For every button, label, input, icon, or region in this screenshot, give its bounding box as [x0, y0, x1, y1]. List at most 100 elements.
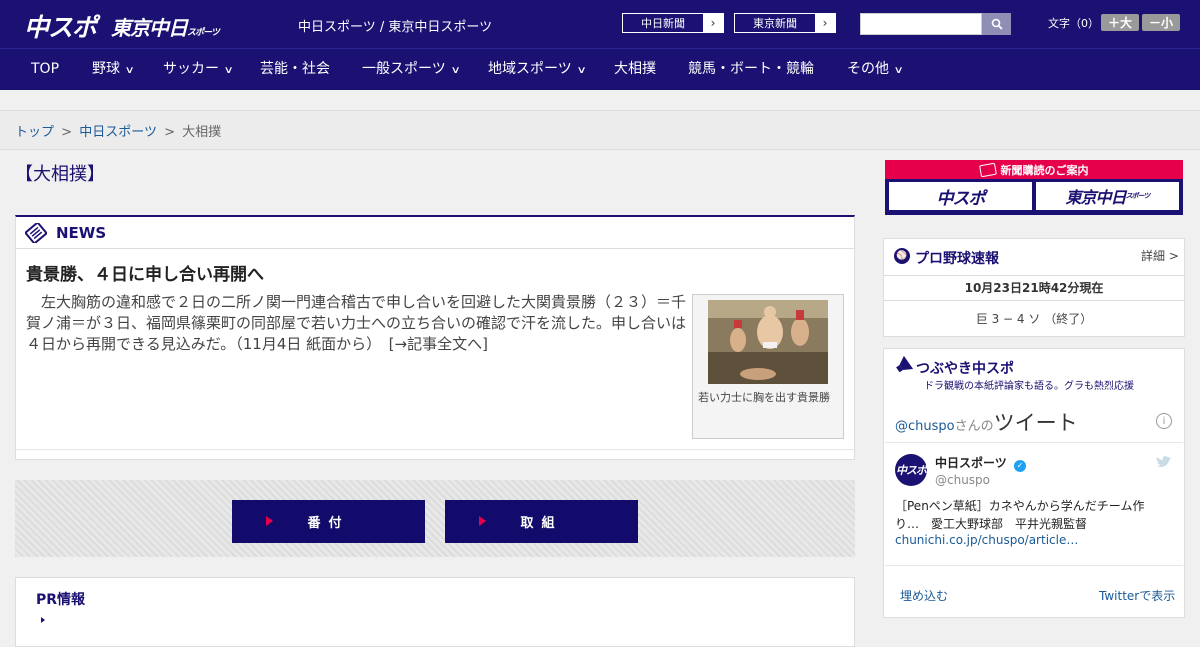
tokyo-chunichi-logo-small: スポーツ: [187, 28, 220, 38]
banzuke-button[interactable]: 番付: [232, 500, 425, 543]
breadcrumb-trail: トップ > 中日スポーツ > 大相撲: [15, 121, 221, 140]
chevron-down-icon: ∨: [450, 65, 461, 76]
tweets-panel: つぶやき中スポ ドラ観戦の本紙評論家も語る。グラも熱烈応援 @chuspoさんの…: [883, 348, 1185, 618]
tokyo-shimbun-label: 東京新聞: [753, 17, 797, 30]
sumo-button-band: 番付 取組: [15, 480, 855, 557]
embed-divider: [885, 442, 1183, 443]
news-photo-caption: 若い力士に胸を出す貴景勝: [698, 391, 830, 404]
triangle-right-icon: [479, 516, 486, 526]
nav-label: サッカー: [163, 61, 219, 77]
chevron-down-icon: ∨: [893, 65, 904, 76]
nav-item-soccer[interactable]: サッカー ∨: [163, 49, 234, 90]
nav-label: 一般スポーツ: [362, 61, 446, 77]
torikumi-label: 取組: [520, 516, 563, 531]
chevron-down-icon: ∨: [223, 65, 234, 76]
tweets-handle-suffix: さんの: [954, 419, 994, 434]
site-titles: 中日スポーツ / 東京中日スポーツ: [298, 20, 493, 35]
news-body: 左大胸筋の違和感で２日の二所ノ関一門連合稽古で申し合いを回避した大関貴景勝（２３…: [26, 293, 687, 353]
nav-item-racing[interactable]: 競馬・ボート・競輪: [688, 49, 814, 90]
nav-label: 競馬・ボート・競輪: [688, 61, 814, 77]
info-icon[interactable]: i: [1156, 413, 1172, 429]
tweets-heading: @chuspoさんのツイート: [895, 407, 1078, 437]
tweet-link[interactable]: chunichi.co.jp/chuspo/article…: [895, 533, 1078, 547]
news-section-label: NEWS: [56, 224, 107, 242]
tweets-subtitle: ドラ観戦の本紙評論家も語る。グラも熱烈応援: [924, 381, 1134, 392]
pr-label: PR情報: [36, 592, 86, 608]
news-photo-box[interactable]: 若い力士に胸を出す貴景勝: [692, 294, 844, 439]
baseball-score-panel: ⚾ プロ野球速報 詳細 > 10月23日21時42分現在 巨 3 − 4 ソ （…: [883, 238, 1185, 337]
newspaper-icon: [25, 223, 47, 243]
font-size-label: 文字（0）: [1048, 17, 1099, 30]
nav-label: 芸能・社会: [260, 61, 330, 77]
breadcrumb: トップ > 中日スポーツ > 大相撲: [0, 110, 1200, 150]
triangle-right-icon: [266, 516, 273, 526]
nav-label: 地域スポーツ: [488, 61, 572, 77]
nav-item-general-sports[interactable]: 一般スポーツ ∨: [362, 49, 461, 90]
nav-label: TOP: [31, 61, 60, 77]
breadcrumb-separator: >: [61, 125, 73, 140]
tweet-user-handle[interactable]: @chuspo: [935, 473, 990, 487]
nav-item-entertainment[interactable]: 芸能・社会: [260, 49, 330, 90]
baseball-timestamp: 10月23日21時42分現在: [884, 275, 1184, 301]
view-on-twitter-link[interactable]: Twitterで表示: [1099, 587, 1175, 604]
nav-item-sumo[interactable]: 大相撲: [614, 49, 656, 90]
megaphone-icon: [896, 355, 913, 373]
font-larger-button[interactable]: ＋大: [1101, 14, 1139, 31]
verified-badge-icon: ✓: [1013, 460, 1026, 472]
subscribe-tokyo-chunichi-small: スポーツ: [1125, 192, 1151, 200]
banzuke-label: 番付: [307, 516, 350, 531]
breadcrumb-current: 大相撲: [182, 125, 222, 140]
tweets-label: ツイート: [993, 411, 1078, 435]
site-header: 中スポ 東京中日スポーツ 中日スポーツ / 東京中日スポーツ 中日新聞 › 東京…: [0, 0, 1200, 48]
tweet-user-name-text: 中日スポーツ: [935, 456, 1007, 470]
chunichi-shimbun-button[interactable]: 中日新聞 ›: [622, 13, 724, 33]
nav-label: 大相撲: [614, 61, 656, 77]
news-headline[interactable]: 貴景勝、４日に申し合い再開へ: [26, 260, 264, 285]
baseball-score[interactable]: 巨 3 − 4 ソ （終了）: [884, 310, 1184, 327]
font-smaller-button[interactable]: －小: [1142, 14, 1180, 31]
tokyo-shimbun-button[interactable]: 東京新聞 ›: [734, 13, 836, 33]
tweet-user-name[interactable]: 中日スポーツ ✓: [935, 454, 1026, 472]
chunichi-shimbun-label: 中日新聞: [641, 17, 685, 30]
tokyo-chunichi-logo[interactable]: 東京中日スポーツ: [111, 12, 220, 41]
breadcrumb-chuspo-link[interactable]: 中日スポーツ: [79, 125, 157, 140]
tweets-handle-link[interactable]: @chuspo: [895, 419, 955, 434]
twitter-embed: @chuspoさんのツイート i 中スポ 中日スポーツ ✓ @chuspo ［P…: [885, 397, 1183, 617]
chuspo-avatar[interactable]: 中スポ: [895, 454, 927, 486]
newspaper-icon: [978, 162, 997, 177]
nav-item-local-sports[interactable]: 地域スポーツ ∨: [488, 49, 587, 90]
search-button[interactable]: [982, 13, 1011, 35]
nav-item-other[interactable]: その他 ∨: [847, 49, 904, 90]
nav-item-top[interactable]: TOP: [31, 49, 59, 90]
news-panel: NEWS 貴景勝、４日に申し合い再開へ 左大胸筋の違和感で２日の二所ノ関一門連合…: [15, 215, 855, 460]
bullet-arrow-icon: [41, 617, 45, 623]
twitter-bird-icon[interactable]: [1156, 455, 1172, 469]
embed-divider: [885, 565, 1183, 566]
nav-label: その他: [847, 61, 889, 77]
subscribe-banner[interactable]: 新聞購読のご案内 中スポ 東京中日 スポーツ: [885, 160, 1183, 215]
search-input[interactable]: [860, 13, 982, 35]
breadcrumb-separator: >: [164, 125, 175, 140]
subscribe-tokyo-chunichi-logo[interactable]: 東京中日 スポーツ: [1036, 182, 1179, 210]
torikumi-button[interactable]: 取組: [445, 500, 638, 543]
baseball-icon: ⚾: [894, 248, 910, 264]
chevron-down-icon: ∨: [576, 65, 587, 76]
search-icon: [991, 18, 1003, 30]
subscribe-chuspo-logo[interactable]: 中スポ: [889, 182, 1032, 210]
tweets-title: つぶやき中スポ: [916, 361, 1014, 377]
chevron-right-icon: ›: [703, 14, 723, 32]
news-divider: [16, 449, 854, 450]
baseball-detail-link[interactable]: 詳細 >: [1141, 247, 1179, 264]
tweet-text: ［Penペン草紙］カネやんから学んだチーム作り… 愛工大野球部 平井光親監督: [895, 499, 1145, 531]
nav-item-baseball[interactable]: 野球 ∨: [92, 49, 135, 90]
embed-link[interactable]: 埋め込む: [900, 587, 948, 604]
news-header: NEWS: [16, 217, 854, 249]
pr-panel: PR情報: [15, 577, 855, 647]
sumo-photo: [708, 300, 828, 384]
page-title: 【大相撲】: [15, 164, 105, 185]
subscribe-tokyo-chunichi-text: 東京中日: [1065, 188, 1127, 207]
nav-label: 野球: [92, 61, 120, 77]
tokyo-chunichi-logo-text: 東京中日: [111, 16, 188, 40]
chuspo-logo[interactable]: 中スポ: [24, 8, 97, 44]
breadcrumb-top-link[interactable]: トップ: [15, 125, 54, 140]
